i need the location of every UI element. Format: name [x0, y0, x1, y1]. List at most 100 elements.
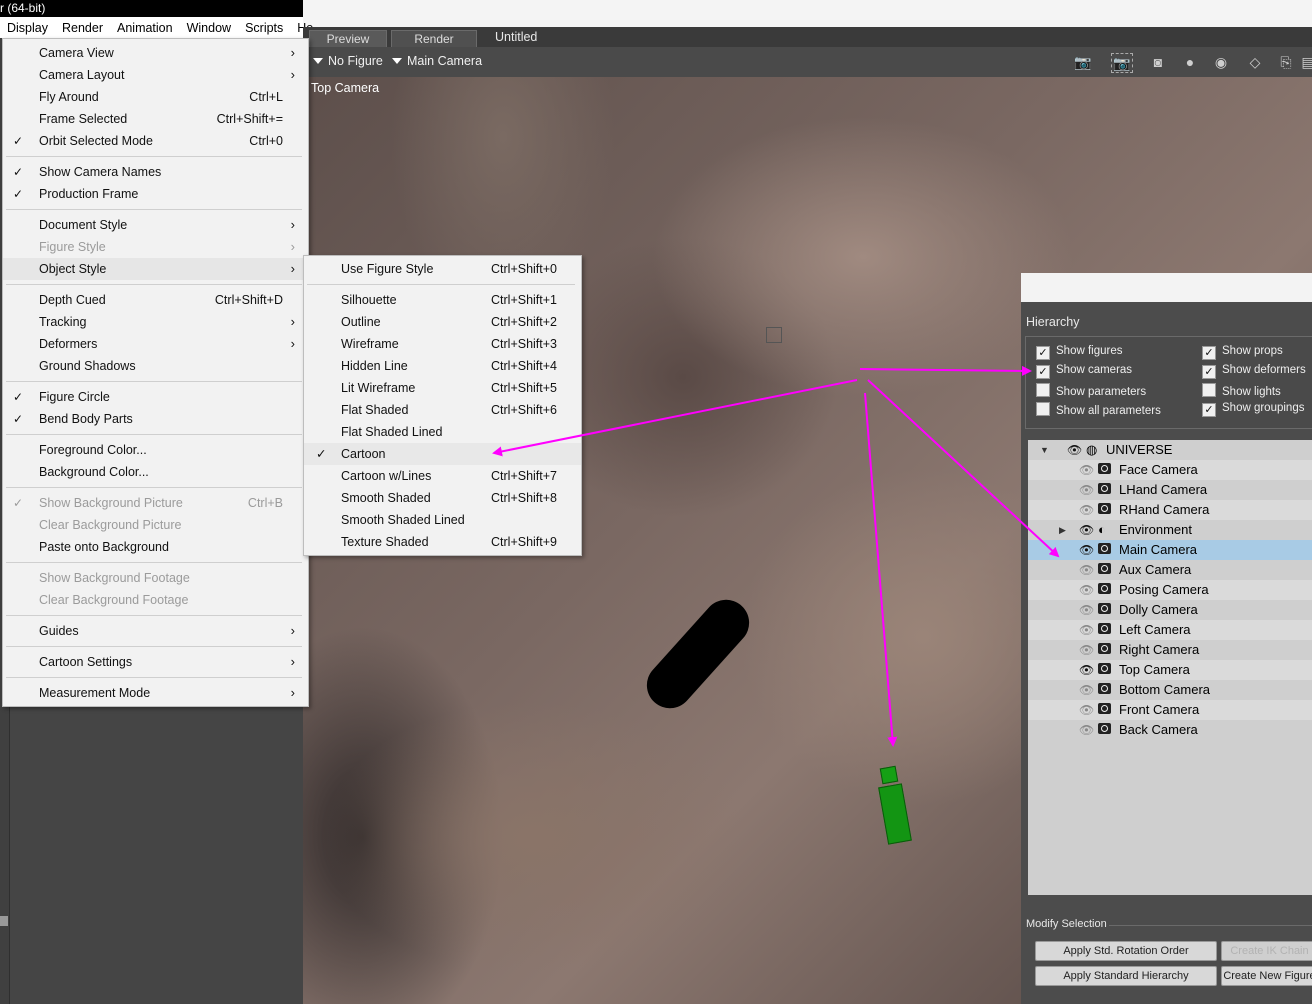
menu-item-guides[interactable]: Guides ›	[3, 620, 308, 642]
visibility-eye-icon[interactable]: 👁	[1079, 620, 1094, 640]
overflow-icon[interactable]: ▤	[1298, 53, 1312, 71]
menu-item-depth-cued[interactable]: Depth Cued Ctrl+Shift+D	[3, 289, 308, 311]
camera-select-icon[interactable]: 📷	[1111, 53, 1133, 73]
menu-item-figure-circle[interactable]: ✓ Figure Circle	[3, 386, 308, 408]
menu-render[interactable]: Render	[55, 17, 110, 38]
tree-row-right-camera[interactable]: 👁 Right Camera	[1028, 640, 1312, 660]
visibility-eye-icon[interactable]: 👁	[1079, 680, 1094, 700]
light-icon[interactable]: ●	[1180, 53, 1200, 71]
visibility-eye-icon[interactable]: 👁	[1079, 540, 1094, 560]
visibility-eye-icon[interactable]: 👁	[1079, 580, 1094, 600]
checkbox-box[interactable]	[1036, 402, 1050, 416]
submenu-item-lit-wireframe[interactable]: Lit Wireframe Ctrl+Shift+5	[304, 377, 581, 399]
visibility-eye-icon[interactable]: 👁	[1079, 460, 1094, 480]
tab-preview[interactable]: Preview	[309, 30, 387, 48]
tab-render[interactable]: Render	[391, 30, 477, 48]
menu-item-ground-shadows[interactable]: Ground Shadows	[3, 355, 308, 377]
menu-display[interactable]: Display	[0, 17, 55, 38]
menu-item-paste-onto-background[interactable]: Paste onto Background	[3, 536, 308, 558]
menu-item-show-camera-names[interactable]: ✓ Show Camera Names	[3, 161, 308, 183]
visibility-eye-icon[interactable]: 👁	[1079, 720, 1094, 740]
create-new-figure-button[interactable]: Create New Figure	[1221, 966, 1312, 986]
tree-row-left-camera[interactable]: 👁 Left Camera	[1028, 620, 1312, 640]
tree-row-back-camera[interactable]: 👁 Back Camera	[1028, 720, 1312, 740]
submenu-item-outline[interactable]: Outline Ctrl+Shift+2	[304, 311, 581, 333]
expand-down-icon[interactable]: ▼	[1040, 440, 1049, 460]
visibility-eye-icon[interactable]: 👁	[1079, 520, 1094, 540]
camera-prop-body[interactable]	[878, 783, 912, 845]
checkbox-show-lights[interactable]: Show lights	[1202, 383, 1281, 398]
menu-item-deformers[interactable]: Deformers ›	[3, 333, 308, 355]
sphere-icon[interactable]: ◉	[1211, 53, 1231, 71]
visibility-eye-icon[interactable]: 👁	[1067, 440, 1082, 460]
submenu-item-silhouette[interactable]: Silhouette Ctrl+Shift+1	[304, 289, 581, 311]
tree-row-aux-camera[interactable]: 👁 Aux Camera	[1028, 560, 1312, 580]
menu-item-figure-style[interactable]: Figure Style ›	[3, 236, 308, 258]
tree-row-bottom-camera[interactable]: 👁 Bottom Camera	[1028, 680, 1312, 700]
tree-row-rhand-camera[interactable]: 👁 RHand Camera	[1028, 500, 1312, 520]
checkbox-show-cameras[interactable]: ✓ Show cameras	[1036, 364, 1132, 379]
menu-item-object-style[interactable]: Object Style ›	[3, 258, 308, 280]
menu-item-orbit-selected-mode[interactable]: ✓ Orbit Selected Mode Ctrl+0	[3, 130, 308, 152]
tree-row-dolly-camera[interactable]: 👁 Dolly Camera	[1028, 600, 1312, 620]
submenu-item-smooth-shaded[interactable]: Smooth Shaded Ctrl+Shift+8	[304, 487, 581, 509]
menu-item-production-frame[interactable]: ✓ Production Frame	[3, 183, 308, 205]
create-ik-chain-button[interactable]: Create IK Chain	[1221, 941, 1312, 961]
tree-row-posing-camera[interactable]: 👁 Posing Camera	[1028, 580, 1312, 600]
visibility-eye-icon[interactable]: 👁	[1079, 600, 1094, 620]
checkbox-box[interactable]: ✓	[1036, 346, 1050, 360]
tree-row-environment[interactable]: ▶ 👁 ◐ Environment	[1028, 520, 1312, 540]
checkbox-show-parameters[interactable]: Show parameters	[1036, 383, 1146, 398]
checkbox-show-figures[interactable]: ✓ Show figures	[1036, 345, 1122, 360]
menu-item-show-background-picture[interactable]: ✓ Show Background Picture Ctrl+B	[3, 492, 308, 514]
ground-plane-icon[interactable]: ◇	[1245, 53, 1265, 71]
submenu-item-hidden-line[interactable]: Hidden Line Ctrl+Shift+4	[304, 355, 581, 377]
menu-item-document-style[interactable]: Document Style ›	[3, 214, 308, 236]
visibility-eye-icon[interactable]: 👁	[1079, 660, 1094, 680]
expand-right-icon[interactable]: ▶	[1059, 520, 1066, 540]
submenu-item-cartoon-w-lines[interactable]: Cartoon w/Lines Ctrl+Shift+7	[304, 465, 581, 487]
menu-item-measurement-mode[interactable]: Measurement Mode ›	[3, 682, 308, 704]
menu-item-bend-body-parts[interactable]: ✓ Bend Body Parts	[3, 408, 308, 430]
menu-item-clear-background-footage[interactable]: Clear Background Footage	[3, 589, 308, 611]
menu-item-tracking[interactable]: Tracking ›	[3, 311, 308, 333]
checkbox-box[interactable]: ✓	[1036, 365, 1050, 379]
checkbox-box[interactable]: ✓	[1202, 403, 1216, 417]
menu-item-background-color[interactable]: Background Color...	[3, 461, 308, 483]
menu-item-cartoon-settings[interactable]: Cartoon Settings ›	[3, 651, 308, 673]
submenu-item-flat-shaded[interactable]: Flat Shaded Ctrl+Shift+6	[304, 399, 581, 421]
visibility-eye-icon[interactable]: 👁	[1079, 560, 1094, 580]
checkbox-box[interactable]: ✓	[1202, 346, 1216, 360]
menu-item-show-background-footage[interactable]: Show Background Footage	[3, 567, 308, 589]
submenu-item-flat-shaded-lined[interactable]: Flat Shaded Lined	[304, 421, 581, 443]
submenu-item-use-figure-style[interactable]: Use Figure Style Ctrl+Shift+0	[304, 258, 581, 280]
tree-row-main-camera[interactable]: 👁 Main Camera	[1028, 540, 1312, 560]
checkbox-show-props[interactable]: ✓ Show props	[1202, 345, 1283, 360]
submenu-item-smooth-shaded-lined[interactable]: Smooth Shaded Lined	[304, 509, 581, 531]
figure-dropdown[interactable]: No Figure	[313, 54, 383, 68]
camera-icon[interactable]: 📷	[1073, 53, 1093, 71]
menu-item-fly-around[interactable]: Fly Around Ctrl+L	[3, 86, 308, 108]
cartoon-figure-shape[interactable]	[637, 590, 759, 718]
camera-dropdown[interactable]: Main Camera	[392, 54, 482, 68]
apply-rotation-order-button[interactable]: Apply Std. Rotation Order	[1035, 941, 1217, 961]
menu-item-camera-layout[interactable]: Camera Layout ›	[3, 64, 308, 86]
tree-row-top-camera[interactable]: 👁 Top Camera	[1028, 660, 1312, 680]
tree-row-face-camera[interactable]: 👁 Face Camera	[1028, 460, 1312, 480]
menu-animation[interactable]: Animation	[110, 17, 180, 38]
checkbox-show-all-parameters[interactable]: Show all parameters	[1036, 402, 1161, 417]
panel-resize-handle[interactable]	[0, 916, 8, 926]
menu-item-camera-view[interactable]: Camera View ›	[3, 42, 308, 64]
menu-window[interactable]: Window	[180, 17, 238, 38]
tree-row-universe[interactable]: ▼ 👁 ◍ UNIVERSE	[1028, 440, 1312, 460]
visibility-eye-icon[interactable]: 👁	[1079, 500, 1094, 520]
visibility-eye-icon[interactable]: 👁	[1079, 640, 1094, 660]
checkbox-box[interactable]: ✓	[1202, 365, 1216, 379]
apply-standard-hierarchy-button[interactable]: Apply Standard Hierarchy	[1035, 966, 1217, 986]
menu-scripts[interactable]: Scripts	[238, 17, 290, 38]
menu-item-foreground-color[interactable]: Foreground Color...	[3, 439, 308, 461]
menu-item-clear-background-picture[interactable]: Clear Background Picture	[3, 514, 308, 536]
tree-row-lhand-camera[interactable]: 👁 LHand Camera	[1028, 480, 1312, 500]
checkbox-show-deformers[interactable]: ✓ Show deformers	[1202, 364, 1306, 379]
checkbox-box[interactable]	[1202, 383, 1216, 397]
